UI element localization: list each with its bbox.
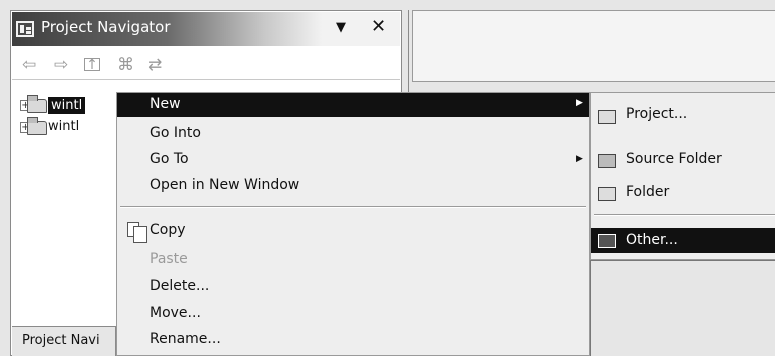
editor-tab-strip xyxy=(412,10,775,82)
up-icon[interactable]: ↑ xyxy=(84,58,100,72)
menu-item-open-in-new-window[interactable]: Open in New Window xyxy=(150,177,299,193)
submenu-item-project[interactable]: Project... xyxy=(626,106,687,122)
folder-icon xyxy=(598,187,616,201)
submenu-separator xyxy=(594,214,775,216)
menu-item-go-to[interactable]: Go To xyxy=(150,151,189,167)
link-editor-icon[interactable]: ⇄ xyxy=(148,55,162,75)
submenu-item-source-folder[interactable]: Source Folder xyxy=(626,151,722,167)
submenu-arrow-icon: ▶ xyxy=(576,154,583,164)
copy-icon xyxy=(127,222,147,243)
collapse-all-icon[interactable]: ⌘ xyxy=(117,55,134,75)
view-tab-label: Project Navi xyxy=(22,333,100,348)
view-close-button[interactable]: ✕ xyxy=(371,16,386,37)
project-folder-icon xyxy=(27,117,47,135)
back-icon[interactable]: ⇦ xyxy=(22,55,36,75)
project-folder-icon xyxy=(27,95,47,113)
submenu-arrow-icon: ▶ xyxy=(576,98,583,108)
tree-item-label[interactable]: wintl xyxy=(48,119,79,134)
tree-item-label[interactable]: wintl xyxy=(48,97,86,114)
menu-item-move[interactable]: Move... xyxy=(150,305,201,321)
submenu-item-folder[interactable]: Folder xyxy=(626,184,669,200)
menu-item-new[interactable] xyxy=(117,93,589,117)
menu-item-go-into[interactable]: Go Into xyxy=(150,125,201,141)
navigator-view-icon xyxy=(16,21,34,37)
forward-icon[interactable]: ⇨ xyxy=(54,55,68,75)
menu-item-delete[interactable]: Delete... xyxy=(150,278,209,294)
source-folder-icon xyxy=(598,154,616,168)
submenu-item-other[interactable] xyxy=(591,228,775,253)
menu-item-paste: Paste xyxy=(150,251,188,267)
menu-separator xyxy=(120,206,586,208)
project-icon xyxy=(598,110,616,124)
view-title: Project Navigator xyxy=(41,18,171,36)
other-icon xyxy=(598,234,616,248)
menu-item-copy[interactable]: Copy xyxy=(150,222,186,238)
menu-item-label: New xyxy=(150,96,181,112)
menu-item-rename[interactable]: Rename... xyxy=(150,331,221,347)
submenu-item-label: Other... xyxy=(626,232,678,248)
navigator-toolbar xyxy=(12,50,400,80)
view-menu-button[interactable]: ▼ xyxy=(336,20,346,35)
